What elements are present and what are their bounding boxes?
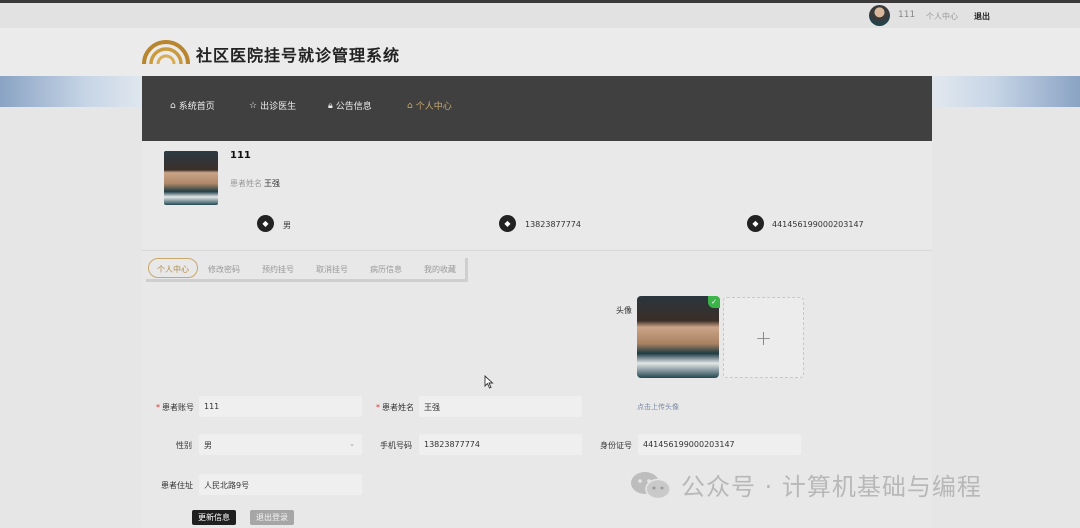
- id-number-label: 身份证号: [600, 441, 632, 450]
- watermark: 公众号 · 计算机基础与编程: [629, 467, 982, 502]
- user-avatar[interactable]: [869, 5, 890, 26]
- main-nav: ⌂ 系统首页 ☆ 出诊医生 🔒︎ 公告信息 ⌂ 个人中心: [142, 76, 932, 141]
- username-label[interactable]: 111: [898, 10, 915, 20]
- address-label: 患者住址: [161, 481, 193, 490]
- tab-change-password[interactable]: 修改密码: [208, 264, 240, 275]
- profile-summary: 111 患者姓名 王强 ◆ 男 ◆ 13823877774 ◆ 44145619…: [142, 141, 932, 249]
- gender-select[interactable]: 男 ⌄: [199, 434, 362, 455]
- tab-personal-center[interactable]: 个人中心: [148, 258, 198, 278]
- gender-select-value: 男: [204, 441, 212, 450]
- logout-link[interactable]: 退出: [974, 11, 990, 22]
- mouse-cursor-icon: [484, 375, 494, 389]
- profile-gender: 男: [283, 221, 291, 230]
- gender-icon: ◆: [257, 215, 274, 232]
- tab-cancel-appointment[interactable]: 取消挂号: [316, 264, 348, 275]
- site-header: 社区医院挂号就诊管理系统: [0, 28, 1080, 76]
- home-icon: ⌂: [170, 100, 176, 111]
- id-card-icon: ◆: [747, 215, 764, 232]
- tab-favorites[interactable]: 我的收藏: [424, 264, 456, 275]
- upload-hint[interactable]: 点击上传头像: [637, 402, 679, 412]
- nav-notices[interactable]: 🔒︎ 公告信息: [328, 99, 372, 113]
- profile-id-number: 441456199000203147: [772, 220, 864, 229]
- wechat-icon: [631, 471, 671, 499]
- plus-icon: +: [755, 325, 772, 350]
- id-number-field[interactable]: 441456199000203147: [638, 434, 801, 455]
- profile-phone: 13823877774: [525, 220, 581, 229]
- address-field[interactable]: 人民北路9号: [199, 474, 362, 495]
- profile-name: 111: [230, 150, 251, 161]
- uploaded-avatar[interactable]: [637, 296, 719, 378]
- user-center-link[interactable]: 个人中心: [926, 11, 958, 22]
- patient-name-label: * 患者姓名: [376, 403, 414, 412]
- phone-label: 手机号码: [380, 441, 412, 450]
- top-bar: 111 个人中心 退出: [0, 0, 1080, 28]
- chevron-down-icon: ⌄: [349, 440, 355, 448]
- account-label: * 患者账号: [156, 403, 194, 412]
- check-icon: ✓: [708, 296, 720, 308]
- home-icon: ⌂: [407, 100, 413, 111]
- add-avatar-button[interactable]: +: [723, 297, 804, 378]
- update-info-button[interactable]: 更新信息: [192, 510, 236, 525]
- logo-icon: [142, 40, 190, 65]
- nav-label: 个人中心: [415, 102, 452, 112]
- star-icon: ☆: [249, 100, 258, 111]
- nav-label: 系统首页: [178, 102, 215, 112]
- tab-bar: 个人中心 修改密码 预约挂号 取消挂号 病历信息 我的收藏: [146, 258, 468, 282]
- nav-personal-center[interactable]: ⌂ 个人中心: [407, 99, 452, 113]
- nav-doctors[interactable]: ☆ 出诊医生: [249, 99, 297, 113]
- profile-name-value: 王强: [264, 179, 280, 188]
- tab-medical-records[interactable]: 病历信息: [370, 264, 402, 275]
- account-field[interactable]: 111: [199, 396, 362, 417]
- tab-book-appointment[interactable]: 预约挂号: [262, 264, 294, 275]
- avatar-label: 头像: [616, 306, 632, 315]
- profile-name-label: 患者姓名: [230, 179, 262, 188]
- gender-label: 性别: [176, 441, 192, 450]
- site-title: 社区医院挂号就诊管理系统: [196, 46, 401, 65]
- phone-field[interactable]: 13823877774: [419, 434, 582, 455]
- watermark-text: 公众号 · 计算机基础与编程: [681, 473, 982, 501]
- patient-name-field[interactable]: 王强: [419, 396, 582, 417]
- nav-label: 出诊医生: [260, 102, 297, 112]
- lock-icon: 🔒︎: [328, 100, 333, 111]
- logout-button[interactable]: 退出登录: [250, 510, 294, 525]
- nav-label: 公告信息: [335, 102, 372, 112]
- phone-icon: ◆: [499, 215, 516, 232]
- profile-photo: [164, 151, 218, 205]
- nav-home[interactable]: ⌂ 系统首页: [170, 99, 215, 113]
